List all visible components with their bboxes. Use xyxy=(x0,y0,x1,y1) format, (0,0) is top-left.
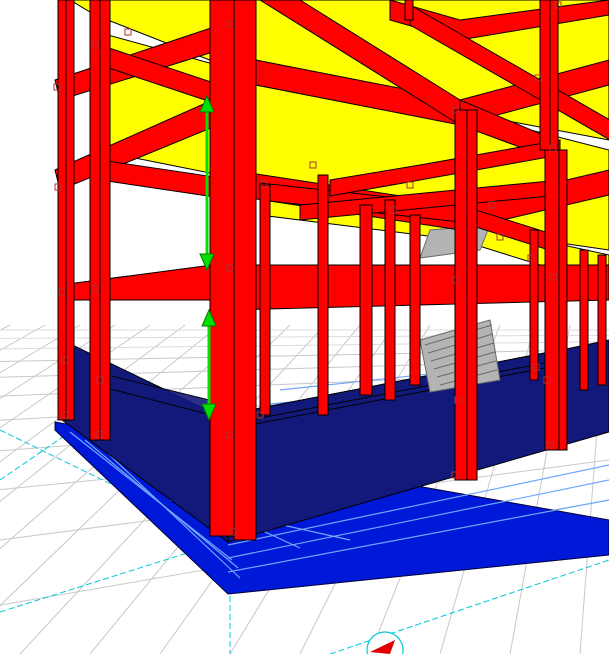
model-viewport[interactable] xyxy=(0,0,609,654)
column[interactable] xyxy=(359,204,373,396)
3d-scene-canvas[interactable] xyxy=(0,0,609,654)
column[interactable] xyxy=(409,214,421,386)
column[interactable] xyxy=(454,109,468,481)
column[interactable] xyxy=(579,249,589,391)
column[interactable] xyxy=(549,0,559,151)
column[interactable] xyxy=(233,0,257,541)
column[interactable] xyxy=(529,229,539,381)
column[interactable] xyxy=(259,184,271,416)
column[interactable] xyxy=(544,149,560,451)
column[interactable] xyxy=(558,149,568,451)
column[interactable] xyxy=(597,254,607,386)
column[interactable] xyxy=(466,109,478,481)
column[interactable] xyxy=(99,0,111,441)
column[interactable] xyxy=(404,0,414,21)
column[interactable] xyxy=(317,174,329,416)
column[interactable] xyxy=(209,0,235,537)
column[interactable] xyxy=(384,199,396,401)
column[interactable] xyxy=(89,0,101,441)
